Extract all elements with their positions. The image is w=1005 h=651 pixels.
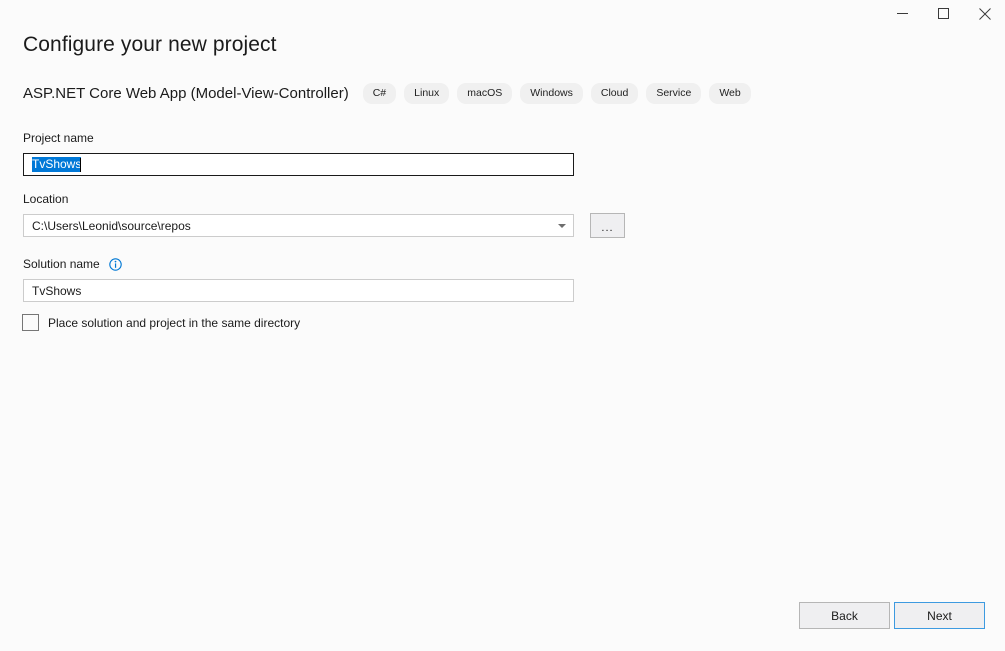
minimize-button[interactable]: [882, 0, 923, 27]
location-value: C:\Users\Leonid\source\repos: [32, 218, 191, 233]
location-combobox[interactable]: C:\Users\Leonid\source\repos: [23, 214, 574, 237]
text-caret: [80, 157, 82, 172]
tag-service: Service: [646, 83, 702, 104]
solution-name-label: Solution name: [23, 257, 122, 272]
close-button[interactable]: [964, 0, 1005, 27]
project-name-label: Project name: [23, 131, 94, 145]
close-icon: [978, 7, 991, 20]
next-button[interactable]: Next: [894, 602, 985, 629]
page-title: Configure your new project: [23, 33, 277, 56]
back-button[interactable]: Back: [799, 602, 890, 629]
tag-macos: macOS: [457, 83, 513, 104]
template-summary-row: ASP.NET Core Web App (Model-View-Control…: [23, 83, 759, 104]
same-directory-checkbox[interactable]: [22, 314, 39, 331]
minimize-icon: [897, 8, 908, 19]
tag-cloud: Cloud: [590, 83, 639, 104]
solution-name-input[interactable]: TvShows: [23, 279, 574, 302]
dialog-content: Configure your new project ASP.NET Core …: [0, 27, 1005, 651]
browse-button[interactable]: ...: [590, 213, 625, 238]
chevron-down-icon[interactable]: [551, 215, 573, 236]
solution-name-value: TvShows: [32, 283, 82, 298]
maximize-button[interactable]: [923, 0, 964, 27]
location-label: Location: [23, 192, 69, 206]
title-bar: [0, 0, 1005, 27]
same-directory-label: Place solution and project in the same d…: [48, 315, 301, 330]
tag-web: Web: [709, 83, 751, 104]
solution-name-label-text: Solution name: [23, 257, 100, 271]
template-name: ASP.NET Core Web App (Model-View-Control…: [23, 84, 349, 102]
info-icon[interactable]: [109, 258, 122, 272]
maximize-icon: [938, 8, 949, 19]
tag-linux: Linux: [404, 83, 450, 104]
tag-windows: Windows: [520, 83, 583, 104]
project-name-input[interactable]: TvShows: [23, 153, 574, 176]
same-directory-row[interactable]: Place solution and project in the same d…: [22, 314, 300, 331]
project-name-value: TvShows: [32, 157, 82, 172]
tag-csharp: C#: [362, 83, 397, 104]
